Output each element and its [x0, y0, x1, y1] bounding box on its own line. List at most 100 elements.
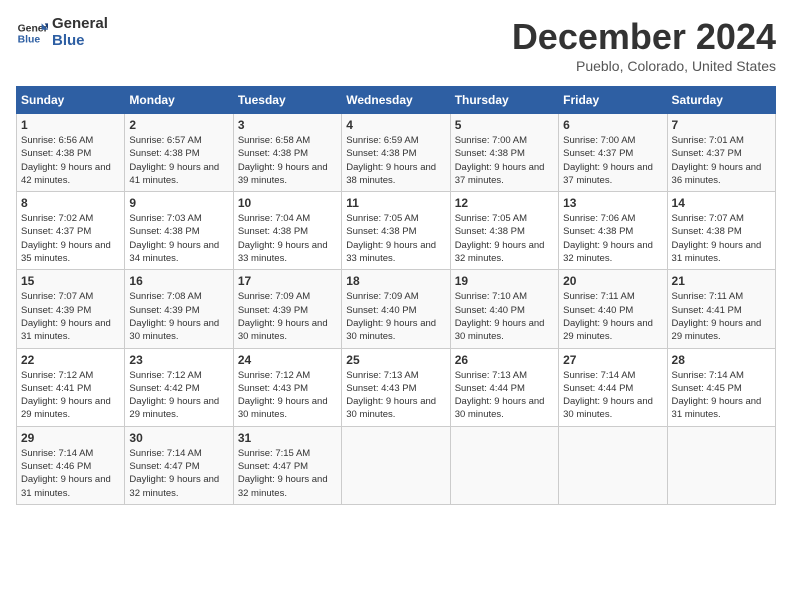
header-row: SundayMondayTuesdayWednesdayThursdayFrid…: [17, 87, 776, 114]
day-detail: Sunrise: 7:09 AM Sunset: 4:39 PM Dayligh…: [238, 290, 337, 343]
calendar-header: SundayMondayTuesdayWednesdayThursdayFrid…: [17, 87, 776, 114]
day-number: 19: [455, 274, 554, 288]
day-detail: Sunrise: 7:08 AM Sunset: 4:39 PM Dayligh…: [129, 290, 228, 343]
day-number: 17: [238, 274, 337, 288]
calendar-title: December 2024: [512, 16, 776, 58]
calendar-table: SundayMondayTuesdayWednesdayThursdayFrid…: [16, 86, 776, 505]
day-detail: Sunrise: 7:03 AM Sunset: 4:38 PM Dayligh…: [129, 212, 228, 265]
header-cell-saturday: Saturday: [667, 87, 775, 114]
day-detail: Sunrise: 6:56 AM Sunset: 4:38 PM Dayligh…: [21, 134, 120, 187]
calendar-cell: 16 Sunrise: 7:08 AM Sunset: 4:39 PM Dayl…: [125, 270, 233, 348]
calendar-cell: 9 Sunrise: 7:03 AM Sunset: 4:38 PM Dayli…: [125, 192, 233, 270]
calendar-cell: [559, 426, 667, 504]
day-detail: Sunrise: 7:01 AM Sunset: 4:37 PM Dayligh…: [672, 134, 771, 187]
day-detail: Sunrise: 7:14 AM Sunset: 4:47 PM Dayligh…: [129, 447, 228, 500]
day-detail: Sunrise: 7:04 AM Sunset: 4:38 PM Dayligh…: [238, 212, 337, 265]
day-detail: Sunrise: 7:09 AM Sunset: 4:40 PM Dayligh…: [346, 290, 445, 343]
day-number: 21: [672, 274, 771, 288]
day-detail: Sunrise: 7:05 AM Sunset: 4:38 PM Dayligh…: [455, 212, 554, 265]
header-cell-thursday: Thursday: [450, 87, 558, 114]
day-number: 30: [129, 431, 228, 445]
calendar-cell: 17 Sunrise: 7:09 AM Sunset: 4:39 PM Dayl…: [233, 270, 341, 348]
calendar-cell: 4 Sunrise: 6:59 AM Sunset: 4:38 PM Dayli…: [342, 114, 450, 192]
calendar-cell: 12 Sunrise: 7:05 AM Sunset: 4:38 PM Dayl…: [450, 192, 558, 270]
day-number: 10: [238, 196, 337, 210]
day-detail: Sunrise: 7:02 AM Sunset: 4:37 PM Dayligh…: [21, 212, 120, 265]
calendar-cell: 1 Sunrise: 6:56 AM Sunset: 4:38 PM Dayli…: [17, 114, 125, 192]
calendar-body: 1 Sunrise: 6:56 AM Sunset: 4:38 PM Dayli…: [17, 114, 776, 505]
calendar-cell: 6 Sunrise: 7:00 AM Sunset: 4:37 PM Dayli…: [559, 114, 667, 192]
calendar-cell: 26 Sunrise: 7:13 AM Sunset: 4:44 PM Dayl…: [450, 348, 558, 426]
logo-line1: General: [52, 16, 108, 33]
week-row-4: 22 Sunrise: 7:12 AM Sunset: 4:41 PM Dayl…: [17, 348, 776, 426]
day-number: 7: [672, 118, 771, 132]
day-number: 20: [563, 274, 662, 288]
calendar-cell: 28 Sunrise: 7:14 AM Sunset: 4:45 PM Dayl…: [667, 348, 775, 426]
day-number: 2: [129, 118, 228, 132]
header-cell-monday: Monday: [125, 87, 233, 114]
calendar-cell: 11 Sunrise: 7:05 AM Sunset: 4:38 PM Dayl…: [342, 192, 450, 270]
day-number: 3: [238, 118, 337, 132]
day-number: 16: [129, 274, 228, 288]
calendar-cell: 15 Sunrise: 7:07 AM Sunset: 4:39 PM Dayl…: [17, 270, 125, 348]
day-number: 14: [672, 196, 771, 210]
day-number: 25: [346, 353, 445, 367]
day-detail: Sunrise: 7:11 AM Sunset: 4:40 PM Dayligh…: [563, 290, 662, 343]
day-detail: Sunrise: 7:06 AM Sunset: 4:38 PM Dayligh…: [563, 212, 662, 265]
calendar-cell: 18 Sunrise: 7:09 AM Sunset: 4:40 PM Dayl…: [342, 270, 450, 348]
day-number: 12: [455, 196, 554, 210]
day-detail: Sunrise: 7:13 AM Sunset: 4:44 PM Dayligh…: [455, 369, 554, 422]
day-number: 23: [129, 353, 228, 367]
calendar-subtitle: Pueblo, Colorado, United States: [512, 58, 776, 74]
day-number: 9: [129, 196, 228, 210]
header-cell-wednesday: Wednesday: [342, 87, 450, 114]
day-number: 28: [672, 353, 771, 367]
day-number: 4: [346, 118, 445, 132]
day-number: 8: [21, 196, 120, 210]
week-row-5: 29 Sunrise: 7:14 AM Sunset: 4:46 PM Dayl…: [17, 426, 776, 504]
day-number: 26: [455, 353, 554, 367]
day-detail: Sunrise: 7:07 AM Sunset: 4:38 PM Dayligh…: [672, 212, 771, 265]
day-number: 22: [21, 353, 120, 367]
header-cell-tuesday: Tuesday: [233, 87, 341, 114]
calendar-cell: 27 Sunrise: 7:14 AM Sunset: 4:44 PM Dayl…: [559, 348, 667, 426]
day-detail: Sunrise: 7:10 AM Sunset: 4:40 PM Dayligh…: [455, 290, 554, 343]
day-detail: Sunrise: 7:05 AM Sunset: 4:38 PM Dayligh…: [346, 212, 445, 265]
calendar-cell: [450, 426, 558, 504]
day-number: 29: [21, 431, 120, 445]
day-detail: Sunrise: 7:13 AM Sunset: 4:43 PM Dayligh…: [346, 369, 445, 422]
logo-line2: Blue: [52, 33, 108, 50]
day-detail: Sunrise: 6:57 AM Sunset: 4:38 PM Dayligh…: [129, 134, 228, 187]
day-number: 6: [563, 118, 662, 132]
day-number: 1: [21, 118, 120, 132]
header-cell-sunday: Sunday: [17, 87, 125, 114]
week-row-3: 15 Sunrise: 7:07 AM Sunset: 4:39 PM Dayl…: [17, 270, 776, 348]
day-detail: Sunrise: 7:14 AM Sunset: 4:45 PM Dayligh…: [672, 369, 771, 422]
calendar-cell: 14 Sunrise: 7:07 AM Sunset: 4:38 PM Dayl…: [667, 192, 775, 270]
header-cell-friday: Friday: [559, 87, 667, 114]
calendar-cell: 19 Sunrise: 7:10 AM Sunset: 4:40 PM Dayl…: [450, 270, 558, 348]
day-number: 18: [346, 274, 445, 288]
day-number: 24: [238, 353, 337, 367]
day-detail: Sunrise: 7:07 AM Sunset: 4:39 PM Dayligh…: [21, 290, 120, 343]
calendar-cell: 2 Sunrise: 6:57 AM Sunset: 4:38 PM Dayli…: [125, 114, 233, 192]
calendar-cell: 8 Sunrise: 7:02 AM Sunset: 4:37 PM Dayli…: [17, 192, 125, 270]
day-number: 27: [563, 353, 662, 367]
day-detail: Sunrise: 7:12 AM Sunset: 4:43 PM Dayligh…: [238, 369, 337, 422]
svg-text:Blue: Blue: [18, 34, 41, 45]
day-number: 13: [563, 196, 662, 210]
day-detail: Sunrise: 7:12 AM Sunset: 4:41 PM Dayligh…: [21, 369, 120, 422]
day-detail: Sunrise: 7:00 AM Sunset: 4:37 PM Dayligh…: [563, 134, 662, 187]
calendar-cell: 13 Sunrise: 7:06 AM Sunset: 4:38 PM Dayl…: [559, 192, 667, 270]
calendar-cell: 24 Sunrise: 7:12 AM Sunset: 4:43 PM Dayl…: [233, 348, 341, 426]
calendar-cell: 7 Sunrise: 7:01 AM Sunset: 4:37 PM Dayli…: [667, 114, 775, 192]
calendar-cell: 30 Sunrise: 7:14 AM Sunset: 4:47 PM Dayl…: [125, 426, 233, 504]
day-detail: Sunrise: 7:11 AM Sunset: 4:41 PM Dayligh…: [672, 290, 771, 343]
day-detail: Sunrise: 7:12 AM Sunset: 4:42 PM Dayligh…: [129, 369, 228, 422]
week-row-1: 1 Sunrise: 6:56 AM Sunset: 4:38 PM Dayli…: [17, 114, 776, 192]
page-header: General Blue General Blue December 2024 …: [16, 16, 776, 74]
calendar-cell: 31 Sunrise: 7:15 AM Sunset: 4:47 PM Dayl…: [233, 426, 341, 504]
calendar-cell: 25 Sunrise: 7:13 AM Sunset: 4:43 PM Dayl…: [342, 348, 450, 426]
day-detail: Sunrise: 7:00 AM Sunset: 4:38 PM Dayligh…: [455, 134, 554, 187]
calendar-cell: 21 Sunrise: 7:11 AM Sunset: 4:41 PM Dayl…: [667, 270, 775, 348]
